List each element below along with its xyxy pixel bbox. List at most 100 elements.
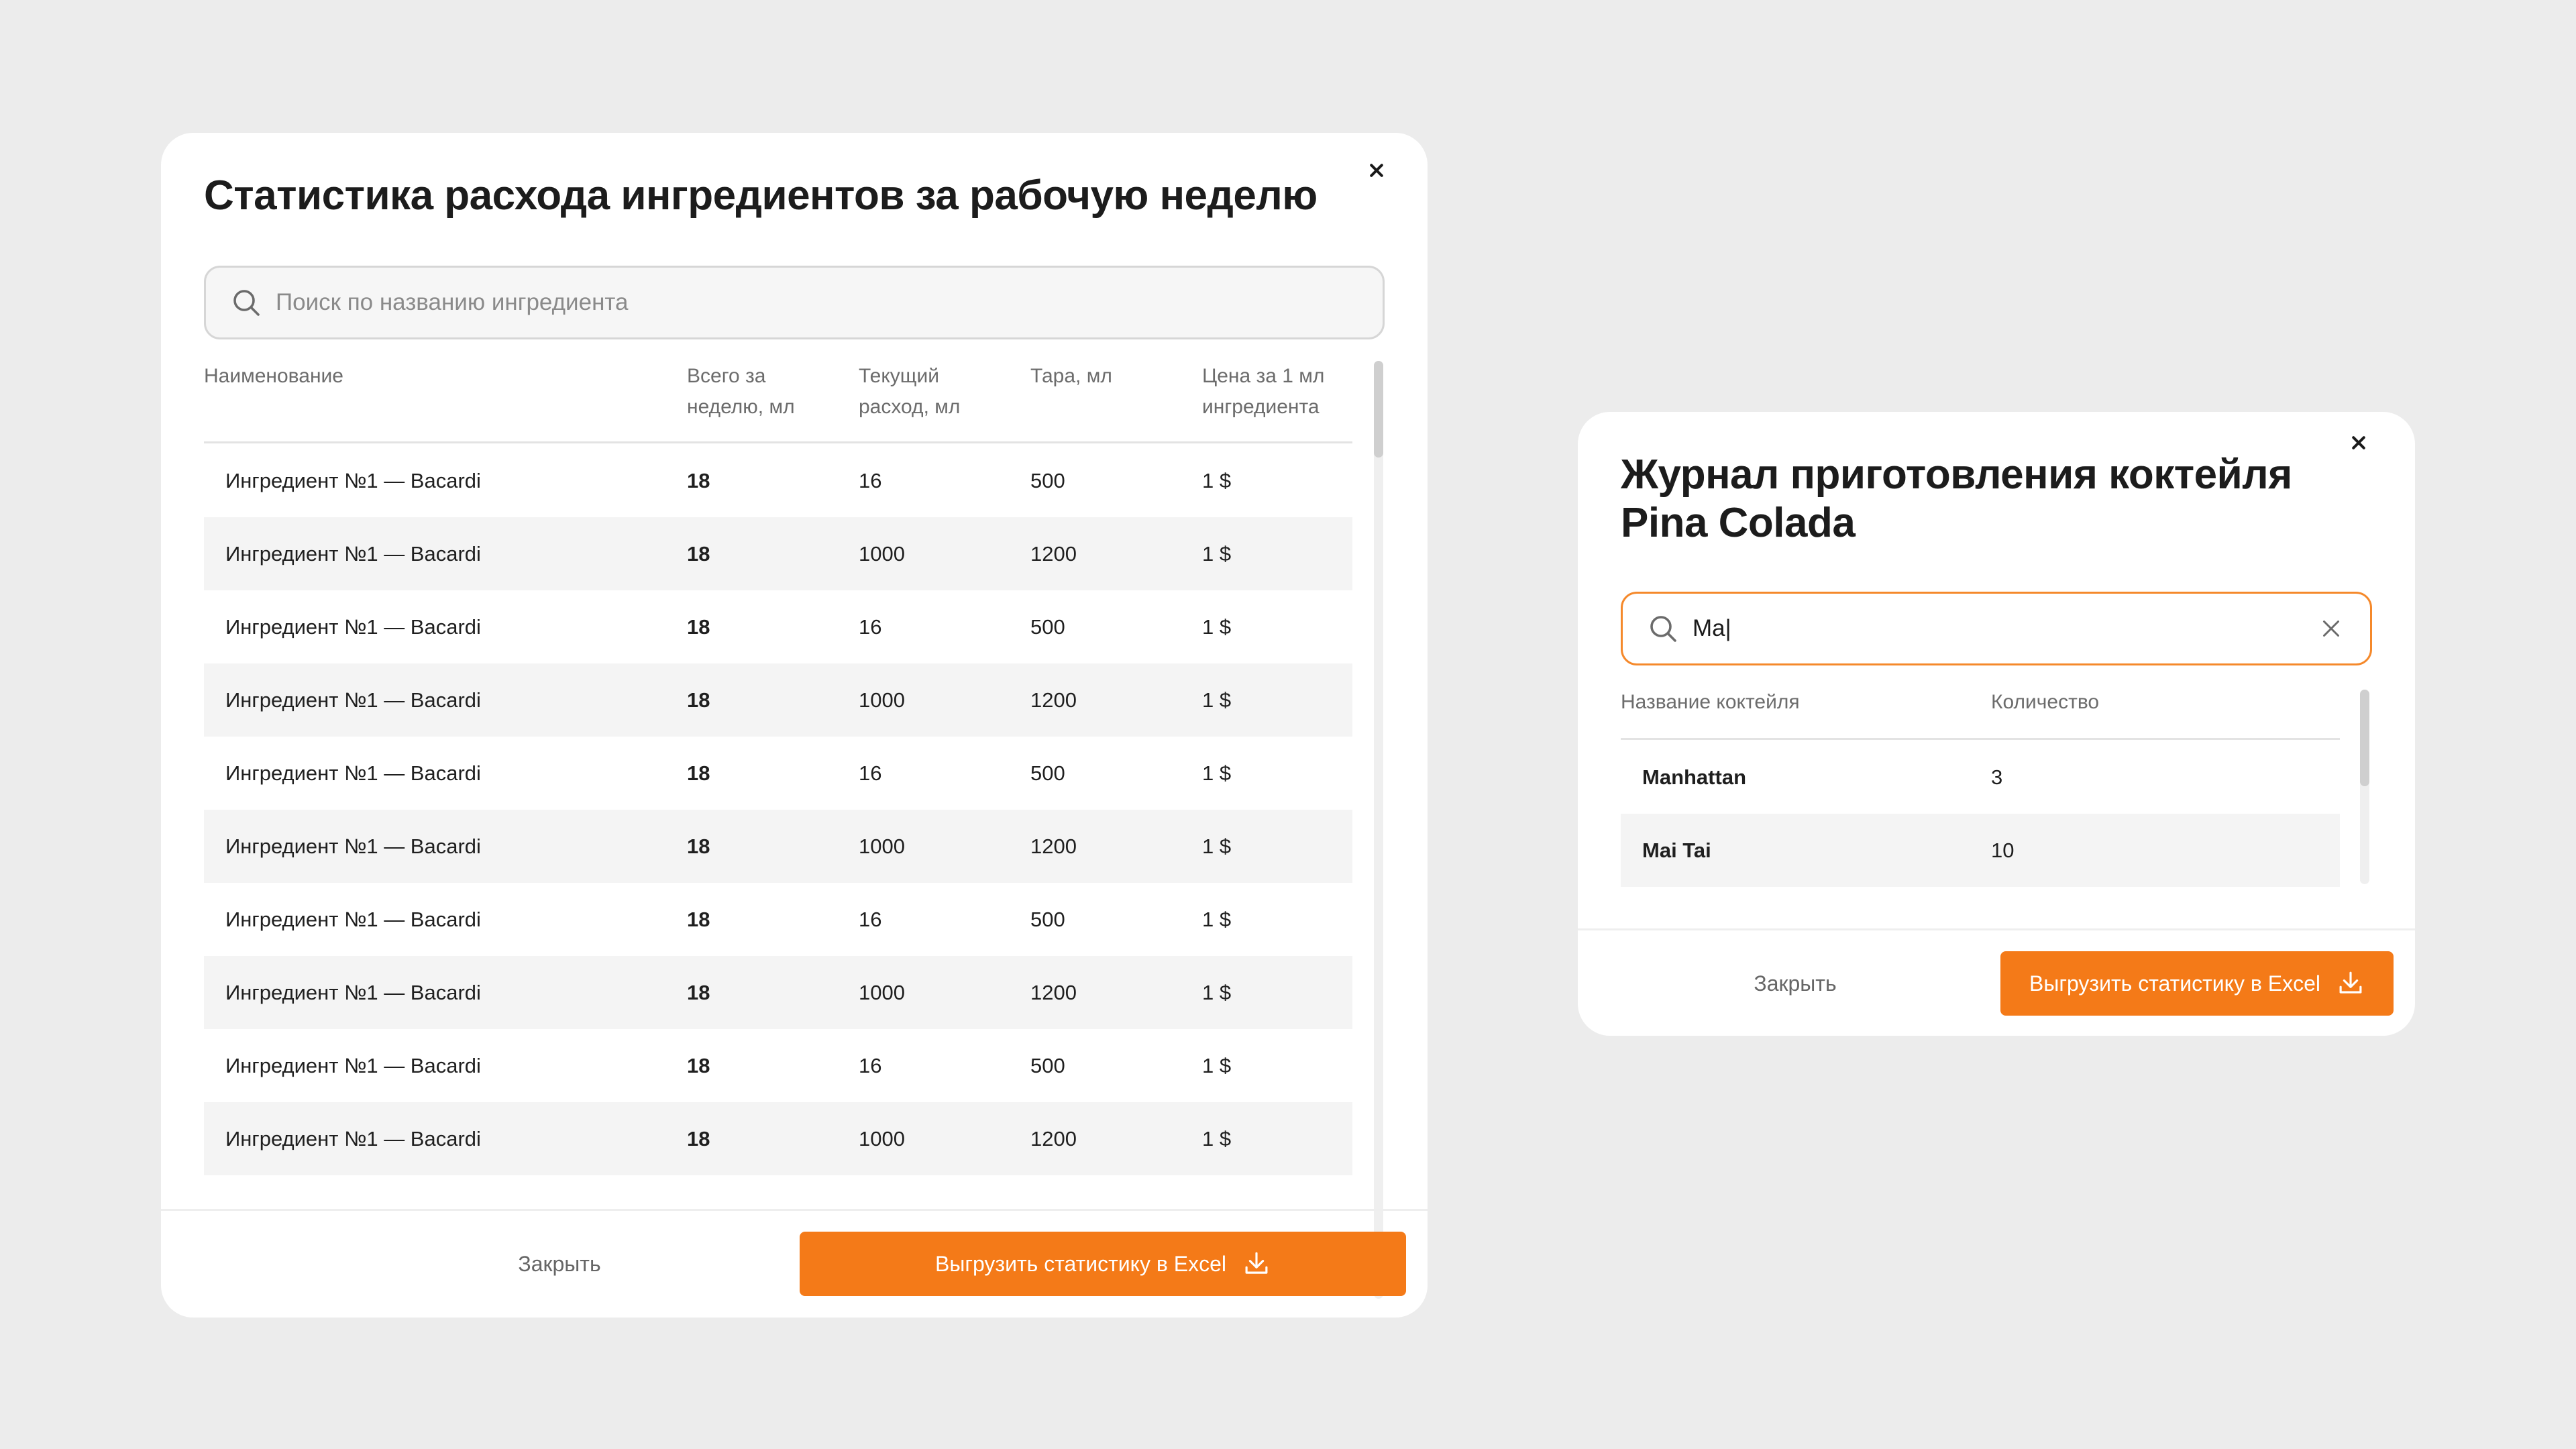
cell-name: Ингредиент №1 — Bacardi bbox=[225, 981, 481, 1004]
table-header: Наименование Всего за неделю, мл Текущий… bbox=[204, 361, 1352, 428]
cell-quantity: 3 bbox=[1991, 765, 2003, 789]
cocktail-log-modal: Журнал приготовления коктейля Pina Colad… bbox=[1578, 412, 2415, 1036]
column-header-name: Наименование bbox=[204, 365, 343, 387]
cell-container: 500 bbox=[1030, 908, 1065, 931]
search-icon bbox=[233, 290, 260, 316]
ingredient-search-input[interactable]: Поиск по названию ингредиента bbox=[204, 266, 1385, 339]
table-row[interactable]: Ингредиент №1 — Bacardi 18 1000 1200 1 $ bbox=[204, 517, 1352, 590]
export-button-label: Выгрузить статистику в Excel bbox=[2029, 971, 2321, 996]
table-divider bbox=[204, 441, 1352, 443]
cell-price: 1 $ bbox=[1202, 542, 1232, 566]
column-header-current-usage: Текущий расход, мл bbox=[859, 365, 961, 418]
table-divider bbox=[1621, 738, 2340, 740]
cell-current-usage: 16 bbox=[859, 469, 882, 492]
clear-icon[interactable] bbox=[2319, 616, 2343, 641]
cell-weekly-total: 18 bbox=[687, 688, 710, 712]
cell-name: Ингредиент №1 — Bacardi bbox=[225, 688, 481, 712]
cell-current-usage: 1000 bbox=[859, 688, 905, 712]
ingredient-stats-modal: Статистика расхода ингредиентов за рабоч… bbox=[161, 133, 1428, 1318]
cell-container: 1200 bbox=[1030, 542, 1077, 566]
cell-current-usage: 1000 bbox=[859, 981, 905, 1004]
cell-weekly-total: 18 bbox=[687, 1127, 710, 1150]
table-row[interactable]: Ингредиент №1 — Bacardi 18 16 500 1 $ bbox=[204, 590, 1352, 663]
cell-weekly-total: 18 bbox=[687, 542, 710, 566]
table-row[interactable]: Ингредиент №1 — Bacardi 18 16 500 1 $ bbox=[204, 883, 1352, 956]
download-icon bbox=[1245, 1252, 1268, 1274]
cell-name: Ингредиент №1 — Bacardi bbox=[225, 469, 481, 492]
export-excel-button[interactable]: Выгрузить статистику в Excel bbox=[2000, 951, 2394, 1016]
cell-container: 500 bbox=[1030, 1054, 1065, 1077]
cell-container: 500 bbox=[1030, 469, 1065, 492]
cell-weekly-total: 18 bbox=[687, 469, 710, 492]
cell-price: 1 $ bbox=[1202, 615, 1232, 639]
cocktail-search-input[interactable]: Ma| bbox=[1621, 592, 2372, 665]
cell-name: Ингредиент №1 — Bacardi bbox=[225, 761, 481, 785]
cell-weekly-total: 18 bbox=[687, 761, 710, 785]
column-header-container: Тара, мл bbox=[1030, 365, 1112, 387]
cell-container: 1200 bbox=[1030, 835, 1077, 858]
cell-quantity: 10 bbox=[1991, 839, 2015, 862]
table-row[interactable]: Ингредиент №1 — Bacardi 18 16 500 1 $ bbox=[204, 1029, 1352, 1102]
scrollbar-thumb[interactable] bbox=[1374, 361, 1383, 458]
cell-weekly-total: 18 bbox=[687, 835, 710, 858]
export-excel-button[interactable]: Выгрузить статистику в Excel bbox=[800, 1232, 1406, 1296]
cell-name: Ингредиент №1 — Bacardi bbox=[225, 542, 481, 566]
table-row[interactable]: Ингредиент №1 — Bacardi 18 1000 1200 1 $ bbox=[204, 1102, 1352, 1175]
cell-name: Ингредиент №1 — Bacardi bbox=[225, 1127, 481, 1150]
scrollbar-thumb[interactable] bbox=[2360, 690, 2369, 786]
cell-current-usage: 16 bbox=[859, 761, 882, 785]
cell-price: 1 $ bbox=[1202, 908, 1232, 931]
search-icon bbox=[1650, 616, 1676, 642]
column-header-quantity: Количество bbox=[1991, 691, 2100, 713]
modal-title: Статистика расхода ингредиентов за рабоч… bbox=[204, 172, 1318, 219]
cell-current-usage: 16 bbox=[859, 615, 882, 639]
cell-price: 1 $ bbox=[1202, 469, 1232, 492]
cell-container: 1200 bbox=[1030, 1127, 1077, 1150]
table-row[interactable]: Manhattan 3 bbox=[1621, 741, 2340, 814]
footer-divider bbox=[1578, 928, 2415, 930]
cell-current-usage: 1000 bbox=[859, 542, 905, 566]
cell-price: 1 $ bbox=[1202, 688, 1232, 712]
close-icon[interactable] bbox=[1363, 157, 1390, 184]
scrollbar[interactable] bbox=[2360, 690, 2369, 884]
cell-price: 1 $ bbox=[1202, 835, 1232, 858]
cell-cocktail-name: Manhattan bbox=[1642, 765, 1746, 789]
footer-divider bbox=[161, 1209, 1428, 1211]
export-button-label: Выгрузить статистику в Excel bbox=[934, 1251, 1227, 1276]
table-row[interactable]: Ингредиент №1 — Bacardi 18 1000 1200 1 $ bbox=[204, 956, 1352, 1029]
cell-current-usage: 1000 bbox=[859, 835, 905, 858]
cell-weekly-total: 18 bbox=[687, 981, 710, 1004]
column-header-cocktail-name: Название коктейля bbox=[1621, 691, 1800, 713]
cell-price: 1 $ bbox=[1202, 981, 1232, 1004]
search-value: Ma| bbox=[1693, 615, 1731, 641]
cell-price: 1 $ bbox=[1202, 1127, 1232, 1150]
cell-weekly-total: 18 bbox=[687, 615, 710, 639]
cell-cocktail-name: Mai Tai bbox=[1642, 839, 1711, 862]
cell-name: Ингредиент №1 — Bacardi bbox=[225, 908, 481, 931]
cell-price: 1 $ bbox=[1202, 1054, 1232, 1077]
search-placeholder: Поиск по названию ингредиента bbox=[276, 289, 629, 315]
cell-current-usage: 1000 bbox=[859, 1127, 905, 1150]
scrollbar[interactable] bbox=[1374, 361, 1383, 1299]
table-header: Название коктейля Количество bbox=[1621, 687, 2340, 720]
cell-container: 1200 bbox=[1030, 981, 1077, 1004]
table-row[interactable]: Ингредиент №1 — Bacardi 18 1000 1200 1 $ bbox=[204, 663, 1352, 737]
modal-title: Журнал приготовления коктейля Pina Colad… bbox=[1621, 451, 2292, 546]
cell-price: 1 $ bbox=[1202, 761, 1232, 785]
close-button[interactable]: Закрыть bbox=[1621, 951, 1970, 1016]
column-header-weekly-total: Всего за неделю, мл bbox=[687, 365, 795, 418]
cell-name: Ингредиент №1 — Bacardi bbox=[225, 1054, 481, 1077]
cell-name: Ингредиент №1 — Bacardi bbox=[225, 615, 481, 639]
table-row[interactable]: Ингредиент №1 — Bacardi 18 16 500 1 $ bbox=[204, 444, 1352, 517]
cell-container: 500 bbox=[1030, 615, 1065, 639]
cell-name: Ингредиент №1 — Bacardi bbox=[225, 835, 481, 858]
cell-container: 1200 bbox=[1030, 688, 1077, 712]
cell-container: 500 bbox=[1030, 761, 1065, 785]
table-row[interactable]: Ингредиент №1 — Bacardi 18 16 500 1 $ bbox=[204, 737, 1352, 810]
column-header-price-per-ml: Цена за 1 мл ингредиента bbox=[1202, 365, 1325, 418]
table-row[interactable]: Mai Tai 10 bbox=[1621, 814, 2340, 887]
table-row[interactable]: Ингредиент №1 — Bacardi 18 1000 1200 1 $ bbox=[204, 810, 1352, 883]
cell-weekly-total: 18 bbox=[687, 1054, 710, 1077]
download-icon bbox=[2339, 971, 2362, 994]
cell-current-usage: 16 bbox=[859, 1054, 882, 1077]
